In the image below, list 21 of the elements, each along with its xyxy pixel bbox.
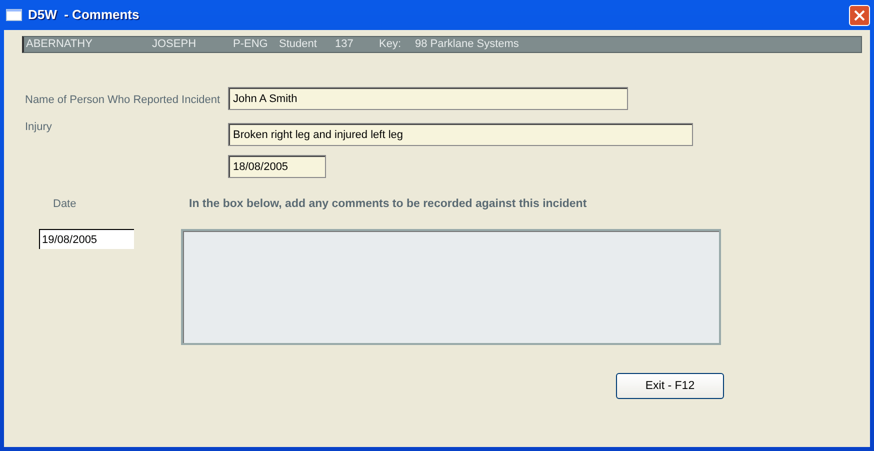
date-field[interactable]: 18/08/2005 xyxy=(228,155,326,178)
info-text: Student xyxy=(279,37,318,52)
field-label: Injury xyxy=(25,120,53,135)
field-label: Name of Person Who Reported Incident xyxy=(25,93,222,108)
info-text: P-ENG xyxy=(233,37,269,52)
exit-button[interactable]: Exit - F12 xyxy=(616,373,724,400)
comments-field[interactable] xyxy=(181,229,721,346)
reporter-field[interactable]: John A Smith xyxy=(228,87,628,110)
window-title: D5W - Comments xyxy=(28,6,140,24)
injury-field[interactable]: Broken right leg and injured left leg xyxy=(228,123,693,146)
info-text: Key: xyxy=(379,37,402,52)
info-text: JOSEPH xyxy=(152,37,198,52)
close-button[interactable] xyxy=(849,4,870,26)
field-label: Date xyxy=(53,197,78,212)
date-field[interactable]: 19/08/2005 xyxy=(39,229,134,250)
instruction-text: In the box below, add any comments to be recorded against this incident xyxy=(189,197,587,212)
info-text: 98 Parklane Systems xyxy=(415,37,519,52)
window-icon xyxy=(6,9,22,21)
close-icon xyxy=(854,10,865,20)
info-text: ABERNATHY xyxy=(26,37,94,52)
info-text: 137 xyxy=(335,37,354,52)
